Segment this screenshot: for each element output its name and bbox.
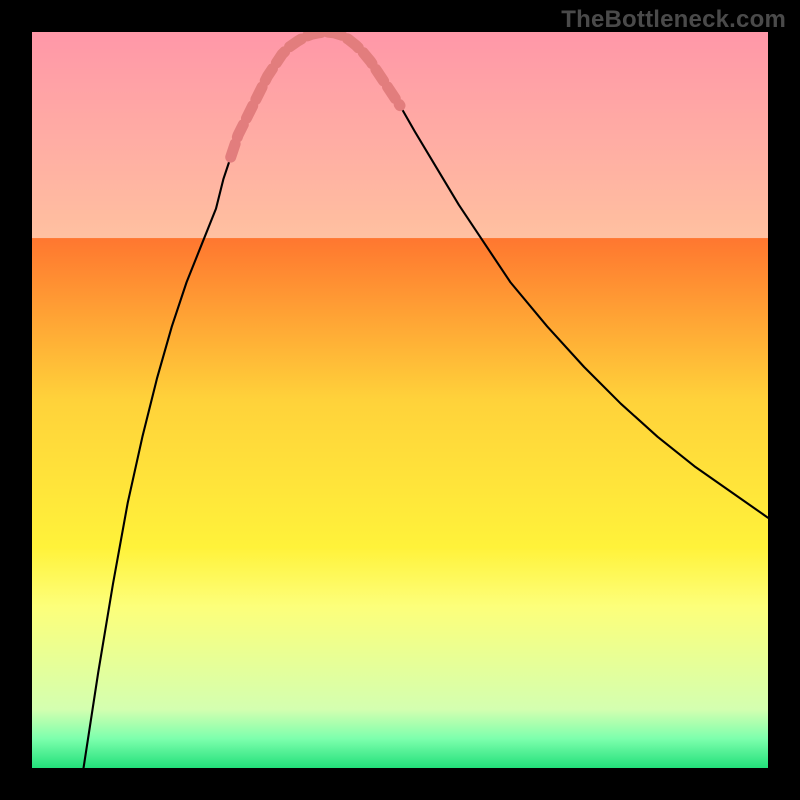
acceptable-band — [32, 32, 768, 238]
chart-outer: TheBottleneck.com — [0, 0, 800, 800]
chart-svg — [32, 32, 768, 768]
plot-area — [32, 32, 768, 768]
watermark-text: TheBottleneck.com — [561, 6, 786, 34]
